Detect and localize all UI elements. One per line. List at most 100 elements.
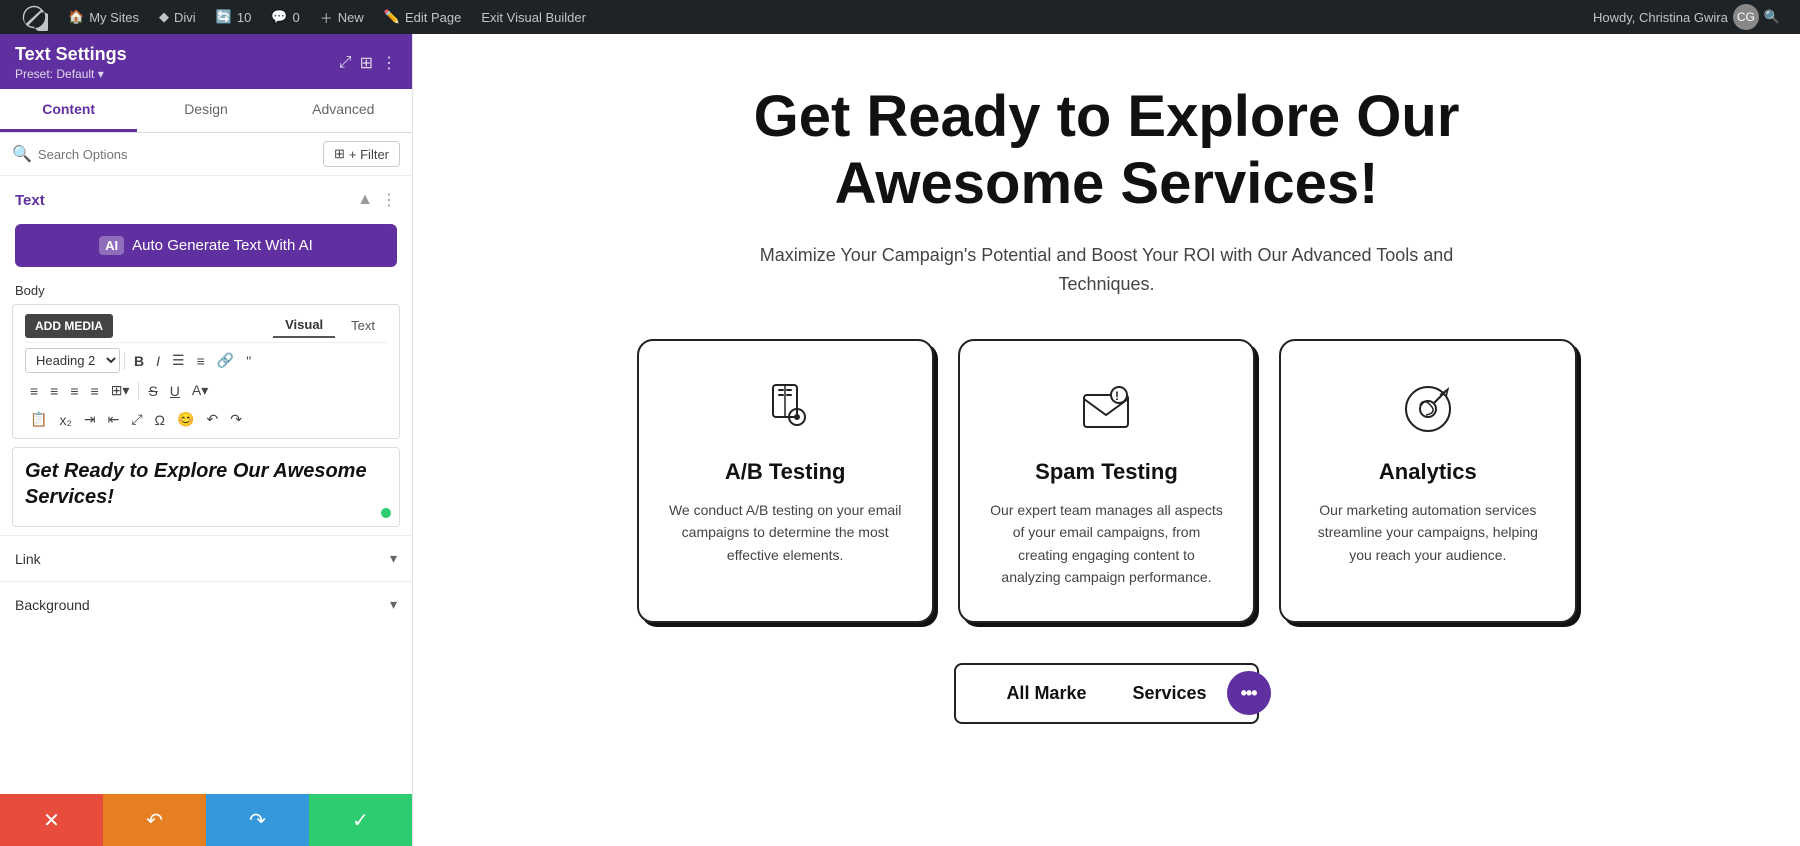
house-icon: 🏠 (68, 9, 84, 25)
cancel-button[interactable]: ✕ (0, 794, 103, 846)
editor-toolbar: ADD MEDIA Visual Text Heading 2 Heading … (12, 304, 400, 439)
strikethrough-button[interactable]: S (143, 380, 162, 402)
toolbar-row-1: Heading 2 Heading 1 Heading 3 Paragraph … (25, 345, 387, 376)
user-greeting: Howdy, Christina Gwira CG 🔍 (1593, 4, 1790, 30)
columns-icon[interactable]: ⊞ (360, 53, 373, 73)
bold-button[interactable]: B (129, 350, 149, 372)
more-icon[interactable]: ⋮ (381, 53, 397, 73)
emoji-button[interactable]: 😊 (172, 408, 199, 431)
analytics-card: Analytics Our marketing automation servi… (1279, 339, 1576, 623)
redo-bottom-button[interactable]: ↷ (206, 794, 309, 846)
analytics-title: Analytics (1379, 459, 1477, 485)
tab-design[interactable]: Design (137, 89, 274, 132)
avatar: CG (1733, 4, 1759, 30)
my-sites-item[interactable]: 🏠 My Sites (58, 0, 149, 34)
search-input[interactable] (38, 147, 317, 162)
bottom-bar: ✕ ↶ ↷ ✓ (0, 794, 412, 846)
toolbar-row-2: ≡ ≡ ≡ ≡ ⊞▾ S U A▾ (25, 376, 387, 405)
ai-badge: AI (99, 236, 124, 255)
divi-item[interactable]: ◆ Divi (149, 0, 206, 34)
align-center-button[interactable]: ≡ (45, 380, 63, 402)
justify-button[interactable]: ≡ (86, 380, 104, 402)
updates-item[interactable]: 🔄 10 (206, 0, 262, 34)
special-char-button[interactable]: Ω (150, 409, 170, 431)
divi-icon: ◆ (159, 9, 169, 25)
sep1 (124, 352, 125, 370)
search-bar: 🔍 ⊞ + Filter (0, 133, 412, 176)
ordered-list-button[interactable]: ≡ (192, 350, 210, 372)
text-editor-content[interactable]: Get Ready to Explore Our Awesome Service… (12, 447, 400, 527)
sep2 (138, 382, 139, 400)
background-section[interactable]: Background ▾ (0, 581, 412, 627)
panel-preset[interactable]: Preset: Default ▾ (15, 67, 127, 81)
paste-button[interactable]: 📋 (25, 408, 52, 431)
panel-scroll: Text ▲ ⋮ AI Auto Generate Text With AI B… (0, 176, 412, 794)
undo-bottom-button[interactable]: ↶ (103, 794, 206, 846)
wp-logo-item[interactable] (10, 0, 58, 34)
subscript-button[interactable]: x₂ (54, 409, 76, 431)
undo-button[interactable]: ↶ (201, 408, 223, 431)
blockquote-button[interactable]: " (241, 350, 256, 372)
left-panel: Text Settings Preset: Default ▾ ⤢ ⊞ ⋮ Co… (0, 34, 413, 846)
spam-testing-card: ! Spam Testing Our expert team manages a… (958, 339, 1255, 623)
collapse-icon[interactable]: ▲ (357, 191, 373, 209)
link-button[interactable]: 🔗 (212, 349, 239, 372)
background-title: Background (15, 597, 90, 613)
ab-testing-card: A/B Testing We conduct A/B testing on yo… (637, 339, 934, 623)
search-admin-icon[interactable]: 🔍 (1764, 9, 1780, 25)
table-button[interactable]: ⊞▾ (106, 379, 135, 402)
spam-testing-icon: ! (1074, 377, 1138, 441)
text-color-button[interactable]: A▾ (187, 379, 213, 402)
comments-item[interactable]: 💬 0 (261, 0, 309, 34)
link-title: Link (15, 551, 41, 567)
unordered-list-button[interactable]: ☰ (167, 349, 190, 372)
tab-advanced[interactable]: Advanced (275, 89, 412, 132)
right-preview: Get Ready to Explore Our Awesome Service… (413, 34, 1800, 846)
align-right-button[interactable]: ≡ (65, 380, 83, 402)
save-button[interactable]: ✓ (309, 794, 412, 846)
indent-button[interactable]: ⇥ (79, 408, 101, 431)
ab-testing-icon (753, 377, 817, 441)
filter-button[interactable]: ⊞ + Filter (323, 141, 400, 167)
expand-icon[interactable]: ⤢ (339, 54, 352, 72)
undo-icon: ↶ (146, 808, 163, 833)
exit-builder-item[interactable]: Exit Visual Builder (471, 0, 596, 34)
purple-dot: ••• (1227, 671, 1271, 715)
body-label: Body (0, 279, 412, 304)
filter-icon: ⊞ (334, 146, 345, 162)
editor-text[interactable]: Get Ready to Explore Our Awesome Service… (25, 458, 387, 510)
main-area: Text Settings Preset: Default ▾ ⤢ ⊞ ⋮ Co… (0, 34, 1800, 846)
comment-icon: 💬 (271, 9, 287, 25)
heading-select[interactable]: Heading 2 Heading 1 Heading 3 Paragraph (25, 348, 120, 373)
edit-page-item[interactable]: ✏️ Edit Page (374, 0, 472, 34)
toolbar-row-top: ADD MEDIA Visual Text (25, 309, 387, 343)
panel-header: Text Settings Preset: Default ▾ ⤢ ⊞ ⋮ (0, 34, 412, 89)
tab-content[interactable]: Content (0, 89, 137, 132)
updates-count: 10 (237, 10, 251, 25)
visual-tab[interactable]: Visual (273, 313, 335, 338)
fullscreen-button[interactable]: ⤢ (126, 408, 147, 431)
text-tab[interactable]: Text (339, 313, 387, 338)
ai-generate-button[interactable]: AI Auto Generate Text With AI (15, 224, 397, 267)
search-icon: 🔍 (12, 144, 32, 164)
ab-testing-desc: We conduct A/B testing on your email cam… (667, 499, 904, 566)
analytics-desc: Our marketing automation services stream… (1309, 499, 1546, 566)
italic-button[interactable]: I (151, 350, 165, 372)
section-more-icon[interactable]: ⋮ (381, 190, 397, 210)
redo-icon: ↷ (249, 808, 266, 833)
text-section-header: Text ▲ ⋮ (0, 176, 412, 216)
plus-icon: ＋ (320, 8, 333, 27)
link-section[interactable]: Link ▾ (0, 535, 412, 581)
panel-tabs: Content Design Advanced (0, 89, 412, 133)
align-left-button[interactable]: ≡ (25, 380, 43, 402)
outdent-button[interactable]: ⇤ (103, 408, 125, 431)
spam-testing-title: Spam Testing (1035, 459, 1178, 485)
comments-count: 0 (293, 10, 300, 25)
new-item[interactable]: ＋ New (310, 0, 374, 34)
underline-button[interactable]: U (165, 380, 185, 402)
redo-button[interactable]: ↷ (225, 408, 247, 431)
all-services-button[interactable]: All Marke ••• Services (954, 663, 1258, 724)
add-media-button[interactable]: ADD MEDIA (25, 314, 113, 338)
analytics-icon (1396, 377, 1460, 441)
ab-testing-title: A/B Testing (725, 459, 846, 485)
